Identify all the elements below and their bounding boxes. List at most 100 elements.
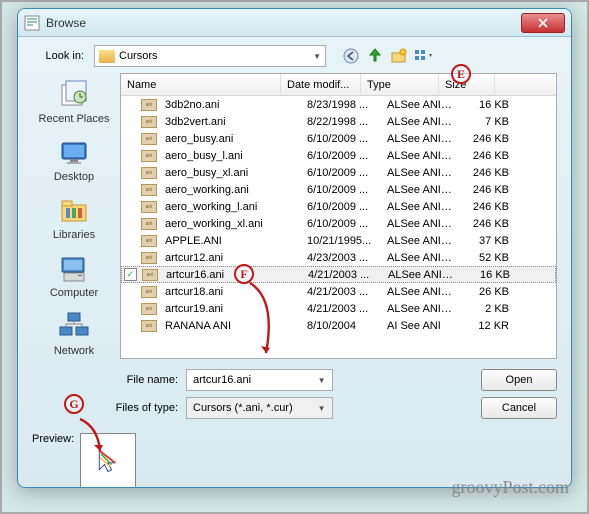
file-row[interactable]: ✓aniartcur16.ani4/21/2003 ...ALSee ANI .… <box>121 266 556 283</box>
place-recent[interactable]: Recent Places <box>39 79 110 125</box>
file-icon: ani <box>141 320 157 332</box>
cancel-button[interactable]: Cancel <box>481 397 557 419</box>
file-size: 16 KB <box>460 269 516 281</box>
file-type: ALSee ANI ... <box>381 252 459 264</box>
up-button[interactable] <box>364 45 386 67</box>
file-icon: ani <box>141 99 157 111</box>
file-type: ALSee ANI ... <box>381 201 459 213</box>
file-type: ALSee ANI ... <box>381 303 459 315</box>
lookin-value: Cursors <box>119 50 313 62</box>
file-row[interactable]: aniAPPLE.ANI10/21/1995...ALSee ANI ...37… <box>121 232 556 249</box>
badge-f: F <box>234 264 254 284</box>
file-size: 246 KB <box>459 133 515 145</box>
file-type: ALSee ANI ... <box>381 167 459 179</box>
file-icon: ani <box>141 133 157 145</box>
browse-dialog: Browse Look in: Cursors ▼ Recent Places D… <box>17 8 572 488</box>
file-date: 6/10/2009 ... <box>301 201 381 213</box>
file-icon: ani <box>141 201 157 213</box>
place-label: Recent Places <box>39 113 110 125</box>
file-type: ALSee ANI ... <box>381 99 459 111</box>
file-size: 246 KB <box>459 201 515 213</box>
file-type: ALSee ANI ... <box>381 150 459 162</box>
filetype-combo[interactable]: Cursors (*.ani, *.cur) ▼ <box>186 397 333 419</box>
file-icon: ani <box>141 184 157 196</box>
file-name: aero_working.ani <box>141 184 301 196</box>
file-name: aero_working_xl.ani <box>141 218 301 230</box>
file-name: RANANA ANI <box>141 320 301 332</box>
back-button[interactable] <box>340 45 362 67</box>
file-size: 16 KB <box>459 99 515 111</box>
place-libraries[interactable]: Libraries <box>53 195 95 241</box>
file-name: artcur12.ani <box>141 252 301 264</box>
col-name[interactable]: Name <box>121 74 281 95</box>
filename-input[interactable]: artcur16.ani ▼ <box>186 369 333 391</box>
open-button[interactable]: Open <box>481 369 557 391</box>
col-date[interactable]: Date modif... <box>281 74 361 95</box>
file-type: ALSee ANI ... <box>381 286 459 298</box>
window-title: Browse <box>46 16 521 30</box>
preview-box <box>80 433 136 488</box>
file-name: aero_busy_l.ani <box>141 150 301 162</box>
close-button[interactable] <box>521 13 565 33</box>
file-size: 246 KB <box>459 167 515 179</box>
file-size: 246 KB <box>459 218 515 230</box>
checkbox-icon[interactable]: ✓ <box>124 268 137 281</box>
file-date: 4/21/2003 ... <box>302 269 382 281</box>
file-name: aero_working_l.ani <box>141 201 301 213</box>
place-label: Computer <box>50 287 98 299</box>
file-row[interactable]: ani3db2vert.ani8/22/1998 ...ALSee ANI ..… <box>121 113 556 130</box>
file-row[interactable]: aniaero_busy.ani6/10/2009 ...ALSee ANI .… <box>121 130 556 147</box>
chevron-down-icon: ▼ <box>318 404 326 413</box>
chevron-down-icon: ▼ <box>318 376 326 385</box>
lookin-label: Look in: <box>32 50 88 62</box>
cursor-preview-icon <box>94 447 122 475</box>
badge-e: E <box>451 64 471 84</box>
file-date: 6/10/2009 ... <box>301 150 381 162</box>
brand-watermark: groovyPost.com <box>451 477 569 498</box>
file-row[interactable]: aniaero_working.ani6/10/2009 ...ALSee AN… <box>121 181 556 198</box>
column-headers: Name Date modif... Type Size <box>121 74 556 96</box>
file-date: 8/23/1998 ... <box>301 99 381 111</box>
file-row[interactable]: aniaero_working_l.ani6/10/2009 ...ALSee … <box>121 198 556 215</box>
file-date: 6/10/2009 ... <box>301 218 381 230</box>
file-date: 6/10/2009 ... <box>301 184 381 196</box>
file-row[interactable]: aniaero_busy_l.ani6/10/2009 ...ALSee ANI… <box>121 147 556 164</box>
file-list-body[interactable]: ani3db2no.ani8/23/1998 ...ALSee ANI ...1… <box>121 96 556 358</box>
file-date: 4/21/2003 ... <box>301 303 381 315</box>
file-row[interactable]: aniRANANA ANI8/10/2004AI See ANI12 KR <box>121 317 556 334</box>
file-row[interactable]: aniartcur12.ani4/23/2003 ...ALSee ANI ..… <box>121 249 556 266</box>
new-folder-button[interactable] <box>388 45 410 67</box>
file-size: 246 KB <box>459 150 515 162</box>
desktop-icon <box>58 137 90 169</box>
place-computer[interactable]: Computer <box>50 253 98 299</box>
file-row[interactable]: aniartcur18.ani4/21/2003 ...ALSee ANI ..… <box>121 283 556 300</box>
file-icon: ani <box>141 286 157 298</box>
place-network[interactable]: Network <box>54 311 94 357</box>
file-row[interactable]: ani3db2no.ani8/23/1998 ...ALSee ANI ...1… <box>121 96 556 113</box>
badge-g: G <box>64 394 84 414</box>
file-type: ALSee ANI ... <box>381 116 459 128</box>
file-row[interactable]: aniartcur19.ani4/21/2003 ...ALSee ANI ..… <box>121 300 556 317</box>
file-type: ALSee ANI ... <box>382 269 460 281</box>
view-menu-button[interactable] <box>412 45 434 67</box>
file-icon: ani <box>141 303 157 315</box>
file-icon: ani <box>141 235 157 247</box>
computer-icon <box>58 253 90 285</box>
nav-toolbar <box>340 45 434 67</box>
file-list: Name Date modif... Type Size ani3db2no.a… <box>120 73 557 359</box>
file-icon: ani <box>141 167 157 179</box>
file-row[interactable]: aniaero_busy_xl.ani6/10/2009 ...ALSee AN… <box>121 164 556 181</box>
file-size: 2 KB <box>459 303 515 315</box>
file-size: 26 KB <box>459 286 515 298</box>
file-date: 8/22/1998 ... <box>301 116 381 128</box>
network-icon <box>58 311 90 343</box>
file-row[interactable]: aniaero_working_xl.ani6/10/2009 ...ALSee… <box>121 215 556 232</box>
file-name: artcur18.ani <box>141 286 301 298</box>
file-name: 3db2vert.ani <box>141 116 301 128</box>
place-desktop[interactable]: Desktop <box>54 137 94 183</box>
lookin-combo[interactable]: Cursors ▼ <box>94 45 326 67</box>
recent-icon <box>58 79 90 111</box>
col-type[interactable]: Type <box>361 74 439 95</box>
close-icon <box>538 18 548 28</box>
title-bar: Browse <box>18 9 571 37</box>
